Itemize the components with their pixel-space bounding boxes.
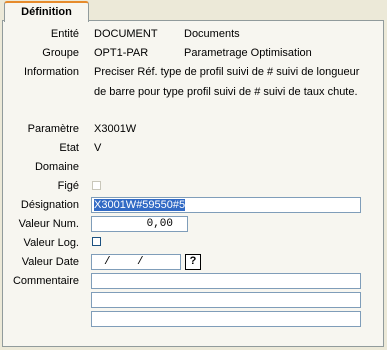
commentaire-line-3[interactable] <box>91 311 361 327</box>
date-help-button[interactable]: ? <box>185 254 201 270</box>
etat-label: Etat <box>59 142 79 154</box>
fige-label: Figé <box>57 180 79 192</box>
commentaire-label: Commentaire <box>12 275 79 287</box>
valeur-log-label: Valeur Log. <box>23 237 79 249</box>
valeur-num-label: Valeur Num. <box>18 218 79 230</box>
valeur-num-input[interactable]: 0,00 <box>91 216 188 232</box>
valeur-date-input[interactable]: / / <box>91 254 181 270</box>
groupe-name: Parametrage Optimisation <box>184 47 312 59</box>
parametre-value: X3001W <box>94 123 137 135</box>
groupe-code: OPT1-PAR <box>94 47 149 59</box>
fige-checkbox <box>92 181 101 190</box>
commentaire-line-2[interactable] <box>91 292 361 308</box>
entite-label: Entité <box>50 28 79 40</box>
designation-label: Désignation <box>20 199 79 211</box>
groupe-label: Groupe <box>42 47 79 59</box>
designation-input[interactable]: X3001W#59550#5 <box>91 197 361 213</box>
parametre-label: Paramètre <box>27 123 79 135</box>
etat-value: V <box>94 142 102 154</box>
domaine-label: Domaine <box>34 161 79 173</box>
information-line-1: Preciser Réf. type de profil suivi de # … <box>94 66 360 78</box>
valeur-log-checkbox[interactable] <box>92 237 101 246</box>
entite-name: Documents <box>184 28 240 40</box>
information-label: Information <box>23 66 79 78</box>
designation-selected-text: X3001W#59550#5 <box>94 199 186 211</box>
tab-definition[interactable]: Définition <box>4 1 89 22</box>
valeur-date-label: Valeur Date <box>21 256 79 268</box>
entite-code: DOCUMENT <box>94 28 158 40</box>
information-line-2: de barre pour type profil suivi de # sui… <box>94 86 358 98</box>
commentaire-line-1[interactable] <box>91 273 361 289</box>
